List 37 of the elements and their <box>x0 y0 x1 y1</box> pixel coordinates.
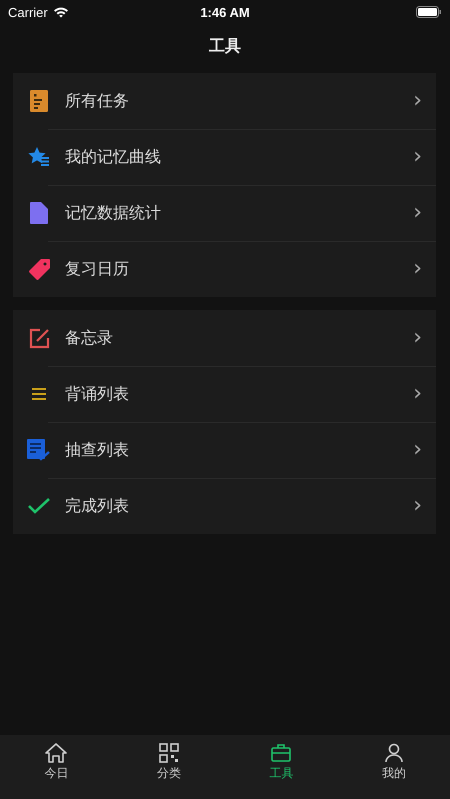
menu-item[interactable]: 所有任务 › <box>13 73 436 129</box>
battery-icon <box>416 6 442 18</box>
menu-item[interactable]: 复习日历 › <box>13 241 436 297</box>
chevron-icon: › <box>413 327 436 349</box>
tab[interactable]: 我的 <box>338 735 450 799</box>
chevron-icon: › <box>413 90 436 112</box>
chevron-icon: › <box>413 146 436 168</box>
tab[interactable]: 今日 <box>0 735 112 799</box>
list-icon <box>32 388 46 400</box>
tab[interactable]: 工具 <box>225 735 338 799</box>
file-icon <box>30 202 48 224</box>
person-icon <box>384 743 404 763</box>
star-list-icon <box>28 147 50 167</box>
toolbox-icon <box>271 743 292 763</box>
chevron-icon: › <box>413 202 436 224</box>
status-time: 1:46 AM <box>200 4 250 20</box>
tag-icon <box>28 258 50 280</box>
carrier-label: Carrier <box>8 4 48 20</box>
menu-item[interactable]: 完成列表 › <box>13 478 436 534</box>
checklist-icon <box>27 439 51 461</box>
chevron-icon: › <box>413 383 436 405</box>
home-icon <box>45 743 68 763</box>
grid-icon <box>158 743 179 763</box>
chevron-icon: › <box>413 495 436 517</box>
menu-item[interactable]: 抽查列表 › <box>13 422 436 478</box>
edit-icon <box>28 328 50 348</box>
menu-item[interactable]: 背诵列表 › <box>13 366 436 422</box>
tab[interactable]: 分类 <box>112 735 225 799</box>
chevron-icon: › <box>413 258 436 280</box>
page-title: 工具 <box>209 36 241 57</box>
menu-item[interactable]: 记忆数据统计 › <box>13 185 436 241</box>
checkmark-icon <box>28 498 50 514</box>
chevron-icon: › <box>413 439 436 461</box>
menu-item[interactable]: 备忘录 › <box>13 310 436 366</box>
document-icon <box>30 90 48 112</box>
menu-item[interactable]: 我的记忆曲线 › <box>13 129 436 185</box>
wifi-icon <box>52 6 69 18</box>
